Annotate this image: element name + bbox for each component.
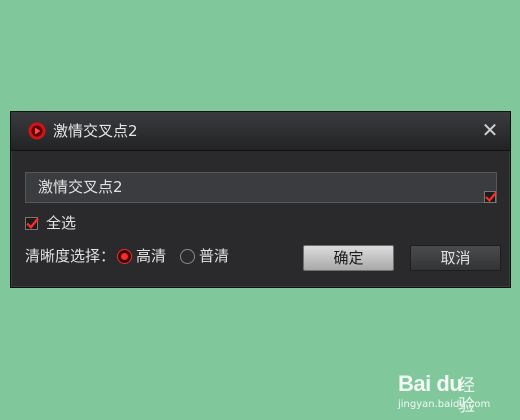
quality-standard-label[interactable]: 普清	[199, 246, 229, 266]
quality-high-label[interactable]: 高清	[136, 246, 166, 266]
watermark-sub: 经验	[458, 376, 475, 416]
close-icon[interactable]: ✕	[480, 120, 500, 140]
video-name-field[interactable]: 激情交叉点2	[25, 172, 497, 203]
checkmark-icon	[26, 217, 39, 230]
dialog-title: 激情交叉点2	[53, 122, 138, 140]
video-name-checkbox[interactable]	[484, 191, 497, 203]
checkmark-icon	[485, 191, 497, 203]
dialog-titlebar: 激情交叉点2 ✕	[11, 112, 510, 151]
cancel-button[interactable]: 取消	[410, 245, 501, 271]
select-all-label: 全选	[46, 214, 77, 232]
quality-high-radio[interactable]	[117, 249, 132, 264]
confirm-button[interactable]: 确定	[303, 245, 394, 271]
player-logo-icon	[28, 122, 46, 140]
quality-label: 清晰度选择：	[25, 247, 116, 265]
select-all-checkbox[interactable]	[25, 217, 39, 230]
baidu-jingyan-watermark: Bai du 经验 jingyan.baidu.com	[398, 372, 490, 417]
quality-standard-radio[interactable]	[180, 249, 195, 264]
video-download-dialog: 激情交叉点2 ✕ 激情交叉点2 全选 清晰度选择： 高清 普清 确定 取消	[10, 111, 511, 288]
